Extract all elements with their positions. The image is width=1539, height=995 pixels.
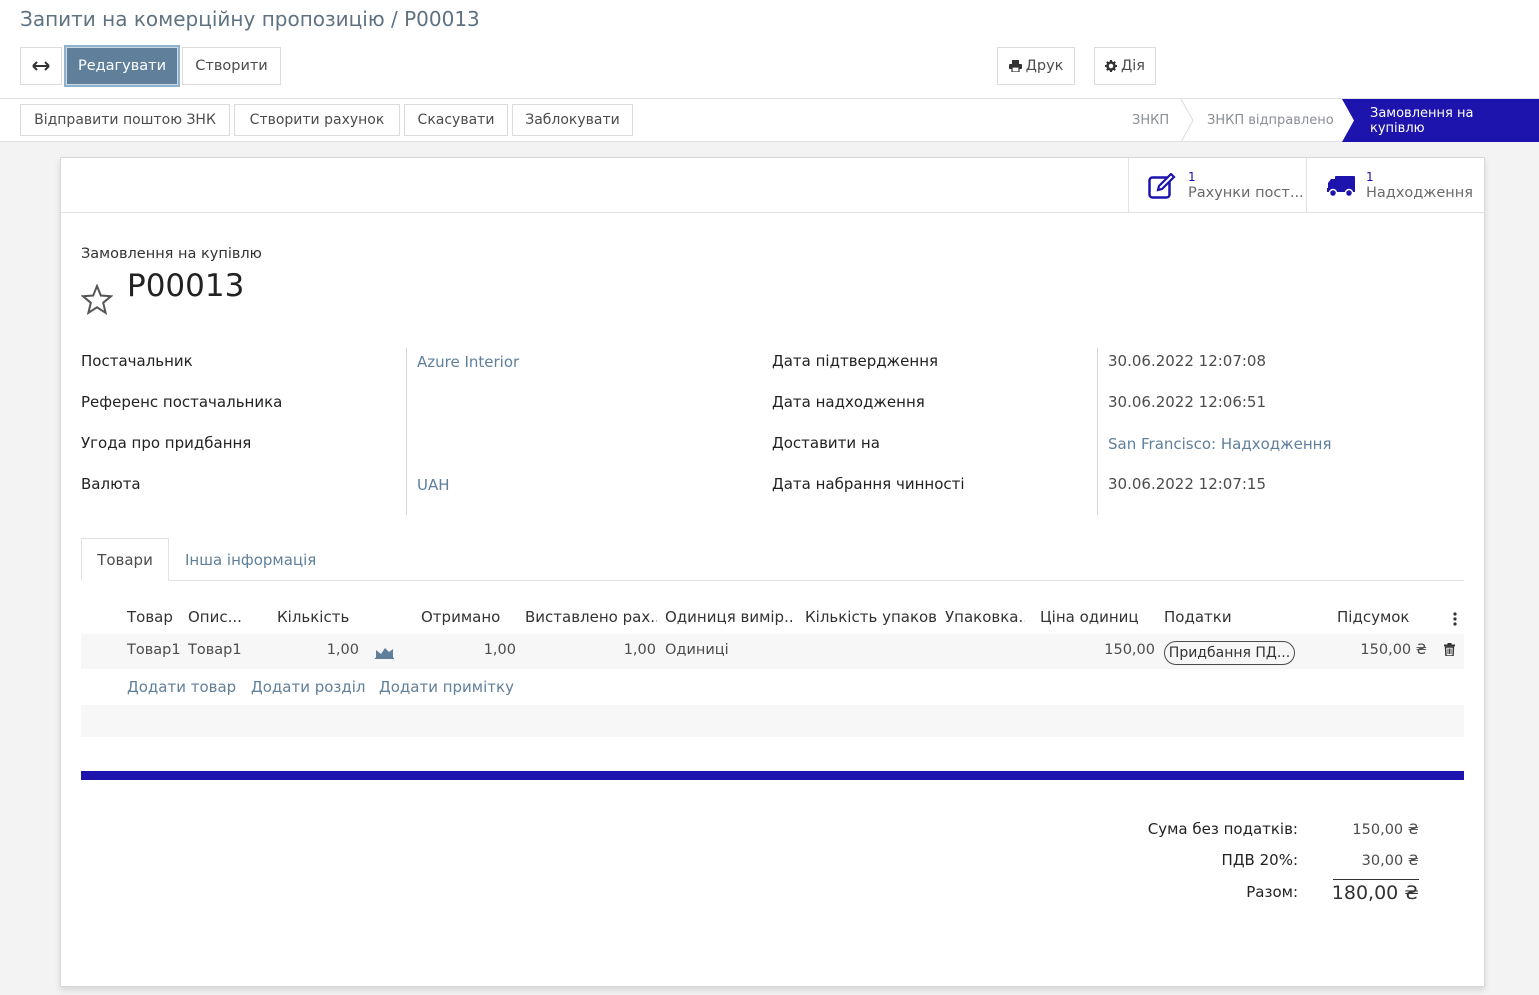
forecast-chart-icon[interactable] (375, 645, 394, 659)
column-quantity[interactable]: Кількість (277, 608, 357, 626)
truck-icon (1327, 175, 1355, 197)
vendor-label: Постачальник (81, 352, 193, 370)
effective-date-label: Дата набрання чинності (772, 475, 965, 493)
column-options-icon[interactable] (1453, 612, 1457, 626)
send-email-button[interactable]: Відправити поштою ЗНК (20, 104, 230, 136)
edit-icon (1148, 172, 1176, 199)
arrows-h-icon (32, 61, 50, 71)
confirmation-date-field[interactable]: 30.06.2022 12:07:08 (1108, 352, 1266, 370)
notebook-tabs: Товари Інша інформація (81, 538, 1464, 581)
untaxed-amount-label: Сума без податків: (1147, 820, 1298, 838)
form-sheet: 1 Рахунки пост... 1 Надходження Замовлен… (60, 157, 1485, 987)
stage-purchase-order[interactable]: Замовлення на купівлю (1342, 99, 1539, 142)
receipts-smart-button[interactable]: 1 Надходження (1306, 158, 1484, 213)
status-bar: Відправити поштою ЗНК Створити рахунок С… (0, 99, 1539, 142)
currency-field[interactable]: UAH (417, 476, 450, 494)
vendor-field[interactable]: Azure Interior (417, 353, 519, 371)
tax-tag[interactable]: Придбання ПД... (1164, 641, 1295, 665)
column-invoiced[interactable]: Виставлено рах... (525, 608, 657, 626)
vendor-bills-count: 1 (1188, 169, 1196, 184)
breadcrumb[interactable]: Запити на комерційну пропозицію / P00013 (20, 7, 480, 31)
tab-products[interactable]: Товари (81, 538, 169, 581)
confirmation-date-label: Дата підтвердження (772, 352, 939, 370)
receipt-date-field[interactable]: 30.06.2022 12:06:51 (1108, 393, 1266, 411)
vat-label: ПДВ 20%: (1221, 851, 1298, 869)
deliver-to-field[interactable]: San Francisco: Надходження (1108, 435, 1332, 453)
column-description[interactable]: Опис... (188, 608, 243, 626)
document-type-label: Замовлення на купівлю (81, 246, 262, 262)
edit-button[interactable]: Редагувати (64, 45, 180, 87)
receipts-count: 1 (1366, 169, 1374, 184)
cell-subtotal: 150,00 ₴ (1360, 642, 1427, 658)
currency-label: Валюта (81, 475, 141, 493)
tab-other-info[interactable]: Інша інформація (185, 538, 316, 581)
column-packaging[interactable]: Упаковка... (945, 608, 1025, 626)
column-product[interactable]: Товар (127, 608, 177, 626)
print-icon (1008, 60, 1022, 72)
create-bill-button[interactable]: Створити рахунок (234, 104, 400, 136)
expand-button[interactable] (20, 47, 62, 85)
print-button[interactable]: Друк (997, 47, 1075, 85)
column-received[interactable]: Отримано (421, 608, 501, 626)
effective-date-field[interactable]: 30.06.2022 12:07:15 (1108, 475, 1266, 493)
cell-price-unit[interactable]: 150,00 (1040, 642, 1155, 658)
add-section-link[interactable]: Додати розділ (251, 678, 366, 696)
column-taxes[interactable]: Податки (1164, 608, 1244, 626)
cell-product[interactable]: Товар1 (127, 642, 181, 658)
column-subtotal[interactable]: Підсумок (1337, 608, 1417, 626)
action-button[interactable]: Дія (1094, 47, 1156, 85)
total-label: Разом: (1246, 883, 1298, 901)
print-label: Друк (1025, 58, 1064, 74)
vendor-reference-label: Референс постачальника (81, 393, 283, 411)
stage-rfq[interactable]: ЗНКП (1132, 99, 1169, 142)
column-uom[interactable]: Одиниця вимір... (665, 608, 793, 626)
control-panel: Запити на комерційну пропозицію / P00013… (0, 0, 1539, 99)
cell-description[interactable]: Товар1 (188, 642, 242, 658)
cell-uom[interactable]: Одиниці (665, 642, 729, 658)
cell-received[interactable]: 1,00 (421, 642, 516, 658)
cell-invoiced[interactable]: 1,00 (525, 642, 656, 658)
left-column-divider (406, 348, 407, 515)
cancel-button[interactable]: Скасувати (404, 104, 508, 136)
vendor-bills-label: Рахунки пост... (1188, 184, 1304, 201)
gear-icon (1104, 60, 1117, 72)
add-product-link[interactable]: Додати товар (127, 678, 236, 696)
trash-icon[interactable] (1444, 643, 1455, 656)
star-icon[interactable] (81, 284, 113, 315)
receipts-label: Надходження (1366, 184, 1473, 201)
deliver-to-label: Доставити на (772, 434, 880, 452)
empty-table-row (81, 705, 1464, 737)
vat-value: 30,00 ₴ (1361, 853, 1419, 869)
create-button[interactable]: Створити (182, 47, 281, 85)
vendor-bills-smart-button[interactable]: 1 Рахунки пост... (1128, 158, 1306, 213)
purchase-agreement-label: Угода про придбання (81, 434, 252, 452)
accent-divider (81, 771, 1464, 780)
button-box: 1 Рахунки пост... 1 Надходження (61, 158, 1484, 213)
cell-quantity[interactable]: 1,00 (277, 642, 359, 658)
total-value: 180,00 ₴ (1331, 882, 1419, 904)
stage-rfq-sent[interactable]: ЗНКП відправлено (1207, 99, 1334, 142)
column-packaging-qty[interactable]: Кількість упаков... (805, 608, 937, 626)
right-column-divider (1097, 348, 1098, 515)
untaxed-amount-value: 150,00 ₴ (1352, 822, 1419, 838)
receipt-date-label: Дата надходження (772, 393, 925, 411)
total-separator (1333, 879, 1419, 880)
lock-button[interactable]: Заблокувати (512, 104, 633, 136)
document-name: P00013 (127, 268, 245, 304)
stage-separator-1 (1180, 99, 1194, 142)
column-price-unit[interactable]: Ціна одиниці (1040, 608, 1140, 626)
action-label: Дія (1120, 58, 1146, 74)
add-note-link[interactable]: Додати примітку (379, 678, 514, 696)
